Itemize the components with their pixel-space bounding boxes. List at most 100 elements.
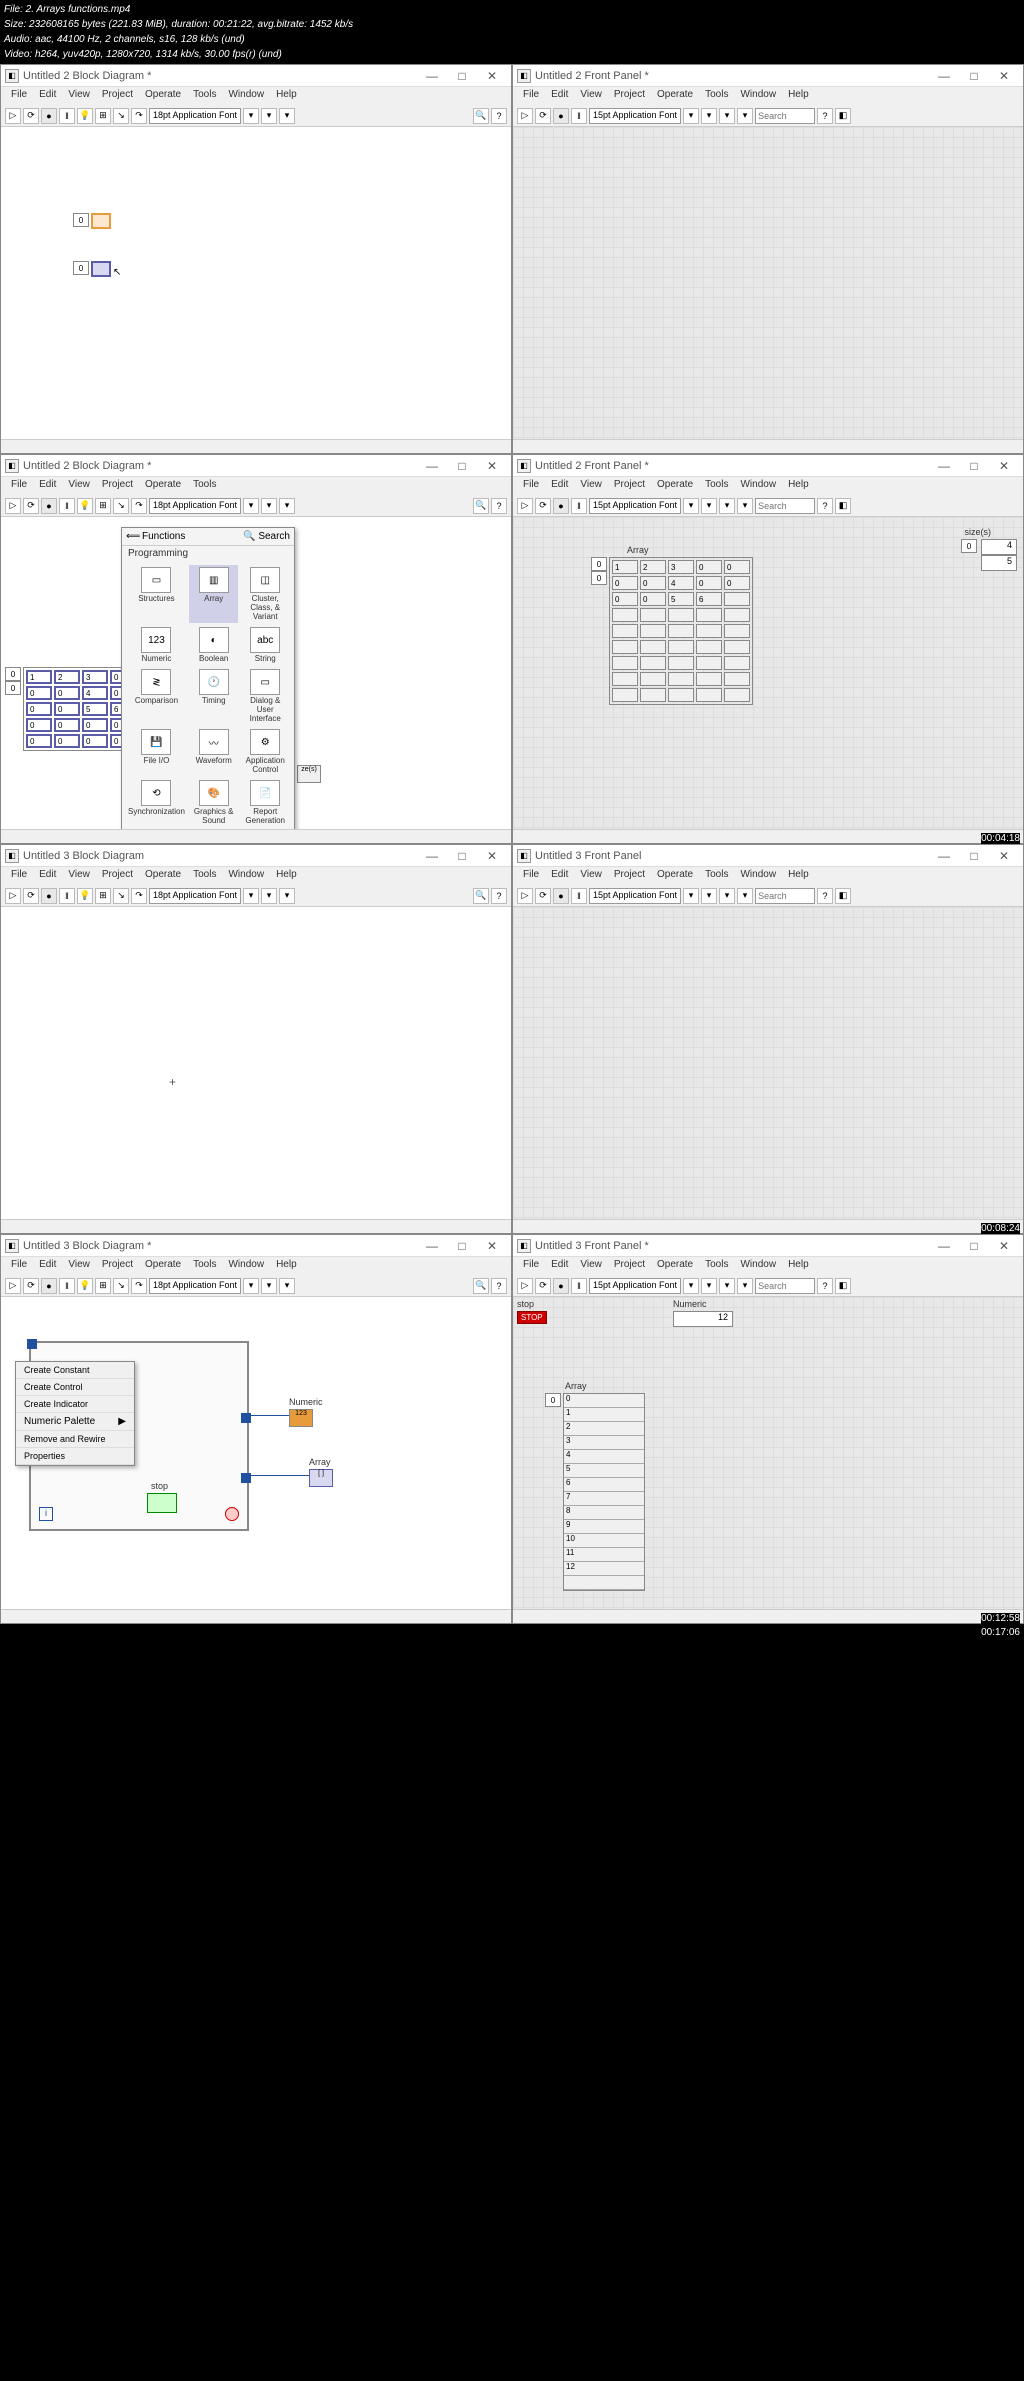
step-into-button[interactable]: ↘ bbox=[113, 108, 129, 124]
pause-button[interactable]: ‖ bbox=[59, 108, 75, 124]
close-button[interactable]: ✕ bbox=[989, 69, 1019, 83]
timestamp: 00:08:24 bbox=[981, 1223, 1020, 1234]
vi-icon[interactable]: ◧ bbox=[835, 108, 851, 124]
search-input[interactable] bbox=[755, 108, 815, 124]
menu-help[interactable]: Help bbox=[270, 87, 303, 105]
bd-canvas[interactable]: 0 0 1230 0040 0056 0000 0000 ⟸Functions🔍… bbox=[1, 517, 511, 829]
fp-canvas[interactable] bbox=[513, 907, 1023, 1219]
menu-operate[interactable]: Operate bbox=[139, 87, 187, 105]
maximize-button[interactable]: □ bbox=[959, 69, 989, 83]
retain-button[interactable]: ⊞ bbox=[95, 108, 111, 124]
array-indicator-2d: 12300 00400 0056 bbox=[609, 557, 753, 705]
loop-condition[interactable] bbox=[225, 1507, 239, 1521]
palette-item-array[interactable]: ▥Array bbox=[189, 565, 239, 623]
distribute-button[interactable]: ▾ bbox=[261, 108, 277, 124]
align-button[interactable]: ▾ bbox=[243, 108, 259, 124]
array-index[interactable]: 0 bbox=[73, 213, 89, 227]
ctx-create-control[interactable]: Create Control bbox=[16, 1379, 134, 1396]
menu-edit[interactable]: Edit bbox=[33, 87, 62, 105]
highlight-button[interactable]: 💡 bbox=[77, 108, 93, 124]
palette-item-boolean[interactable]: ◐Boolean bbox=[189, 625, 239, 665]
maximize-button[interactable]: □ bbox=[447, 69, 477, 83]
run-button[interactable]: ▷ bbox=[5, 108, 21, 124]
minimize-button[interactable]: — bbox=[417, 69, 447, 83]
stop-button[interactable]: STOP bbox=[517, 1311, 547, 1324]
loop-tunnel[interactable] bbox=[27, 1339, 37, 1349]
array-index[interactable]: 0 bbox=[545, 1393, 561, 1407]
help-button[interactable]: ? bbox=[817, 108, 833, 124]
palette-item-waveform[interactable]: 〰Waveform bbox=[189, 727, 239, 776]
scrollbar[interactable] bbox=[513, 439, 1023, 453]
abort-button[interactable]: ● bbox=[553, 108, 569, 124]
font-selector[interactable]: 18pt Application Font bbox=[149, 108, 241, 124]
toolbar: ▷ ⟳ ● ‖ 15pt Application Font ▾▾▾▾ ? ◧ bbox=[513, 105, 1023, 127]
run-button[interactable]: ▷ bbox=[517, 108, 533, 124]
numeric-indicator-terminal[interactable]: 123 bbox=[289, 1409, 313, 1427]
fp-canvas[interactable]: size(s) 0 4 5 Array 0 0 12300 00400 0056 bbox=[513, 517, 1023, 829]
ctx-remove-rewire[interactable]: Remove and Rewire bbox=[16, 1431, 134, 1448]
close-button[interactable]: ✕ bbox=[477, 69, 507, 83]
size-terminal[interactable]: ze(s) bbox=[297, 765, 321, 783]
front-panel-window-4: ◧Untitled 3 Front Panel *—□✕ FileEditVie… bbox=[512, 1234, 1024, 1624]
array-indicator-terminal[interactable]: [ ] bbox=[309, 1469, 333, 1487]
menu-window[interactable]: Window bbox=[222, 87, 270, 105]
functions-palette[interactable]: ⟸Functions🔍 Search Programming ▭Structur… bbox=[121, 527, 295, 829]
palette-item-appcontrol[interactable]: ⚙Application Control bbox=[240, 727, 290, 776]
ctx-create-indicator[interactable]: Create Indicator bbox=[16, 1396, 134, 1413]
screenshot-row-3: 00:08:24 ◧Untitled 3 Block Diagram—□✕ Fi… bbox=[0, 844, 1024, 1234]
menu-view[interactable]: View bbox=[62, 87, 96, 105]
array-node-blue[interactable] bbox=[91, 261, 111, 277]
help-button[interactable]: ? bbox=[491, 108, 507, 124]
menu-file[interactable]: File bbox=[5, 87, 33, 105]
palette-back-icon[interactable]: ⟸ bbox=[126, 531, 142, 542]
ctx-create-constant[interactable]: Create Constant bbox=[16, 1362, 134, 1379]
numeric-label: Numeric bbox=[289, 1397, 323, 1407]
array-row-index[interactable]: 0 bbox=[5, 667, 21, 681]
context-menu: Create Constant Create Control Create In… bbox=[15, 1361, 135, 1466]
palette-item-timing[interactable]: 🕐Timing bbox=[189, 667, 239, 725]
size-label: size(s) bbox=[965, 527, 992, 537]
ctx-properties[interactable]: Properties bbox=[16, 1448, 134, 1465]
minimize-button[interactable]: — bbox=[929, 69, 959, 83]
ctx-numeric-palette[interactable]: Numeric Palette▶ bbox=[16, 1413, 134, 1431]
font-selector[interactable]: 15pt Application Font bbox=[589, 108, 681, 124]
palette-item-cluster[interactable]: ◫Cluster, Class, & Variant bbox=[240, 565, 290, 623]
palette-search[interactable]: 🔍 Search bbox=[243, 531, 290, 542]
palette-item-sync[interactable]: ⟲Synchronization bbox=[126, 778, 187, 827]
window-title: Untitled 2 Block Diagram * bbox=[23, 70, 417, 82]
abort-button[interactable]: ● bbox=[41, 108, 57, 124]
size-c: 5 bbox=[981, 555, 1017, 571]
menu-project[interactable]: Project bbox=[96, 87, 139, 105]
palette-item-report[interactable]: 📄Report Generation bbox=[240, 778, 290, 827]
reorder-button[interactable]: ▾ bbox=[279, 108, 295, 124]
array-label: Array bbox=[627, 545, 649, 555]
palette-item-graphics[interactable]: 🎨Graphics & Sound bbox=[189, 778, 239, 827]
palette-item-fileio[interactable]: 💾File I/O bbox=[126, 727, 187, 776]
palette-item-dialog[interactable]: ▭Dialog & User Interface bbox=[240, 667, 290, 725]
block-diagram-window-4: ◧Untitled 3 Block Diagram *—□✕ FileEditV… bbox=[0, 1234, 512, 1624]
stop-button-terminal[interactable] bbox=[147, 1493, 177, 1513]
array-node-orange[interactable] bbox=[91, 213, 111, 229]
palette-item-numeric[interactable]: 123Numeric bbox=[126, 625, 187, 665]
fp-canvas[interactable]: stop STOP Numeric 12 Array 0 012 345 678… bbox=[513, 1297, 1023, 1609]
palette-item-string[interactable]: abcString bbox=[240, 625, 290, 665]
step-over-button[interactable]: ↷ bbox=[131, 108, 147, 124]
array-index[interactable]: 0 bbox=[73, 261, 89, 275]
bd-canvas[interactable]: 0 0 ↖ bbox=[1, 127, 511, 439]
fp-canvas[interactable] bbox=[513, 127, 1023, 439]
run-cont-button[interactable]: ⟳ bbox=[23, 108, 39, 124]
menubar: FileEditViewProjectOperateToolsWindowHel… bbox=[513, 87, 1023, 105]
bd-canvas[interactable]: + bbox=[1, 907, 511, 1219]
bd-canvas[interactable]: i stop Numeric 123 Array [ ] Create Cons… bbox=[1, 1297, 511, 1609]
search-button[interactable]: 🔍 bbox=[473, 108, 489, 124]
palette-item-comparison[interactable]: ≷Comparison bbox=[126, 667, 187, 725]
pause-button[interactable]: ‖ bbox=[571, 108, 587, 124]
palette-item-structures[interactable]: ▭Structures bbox=[126, 565, 187, 623]
array-col-index[interactable]: 0 bbox=[5, 681, 21, 695]
array-label: Array bbox=[565, 1381, 587, 1391]
media-info-header: File: 2. Arrays functions.mp4 Size: 2326… bbox=[0, 0, 1024, 64]
scrollbar[interactable] bbox=[1, 439, 511, 453]
menu-tools[interactable]: Tools bbox=[187, 87, 222, 105]
iteration-terminal[interactable]: i bbox=[39, 1507, 53, 1521]
run-cont-button[interactable]: ⟳ bbox=[535, 108, 551, 124]
